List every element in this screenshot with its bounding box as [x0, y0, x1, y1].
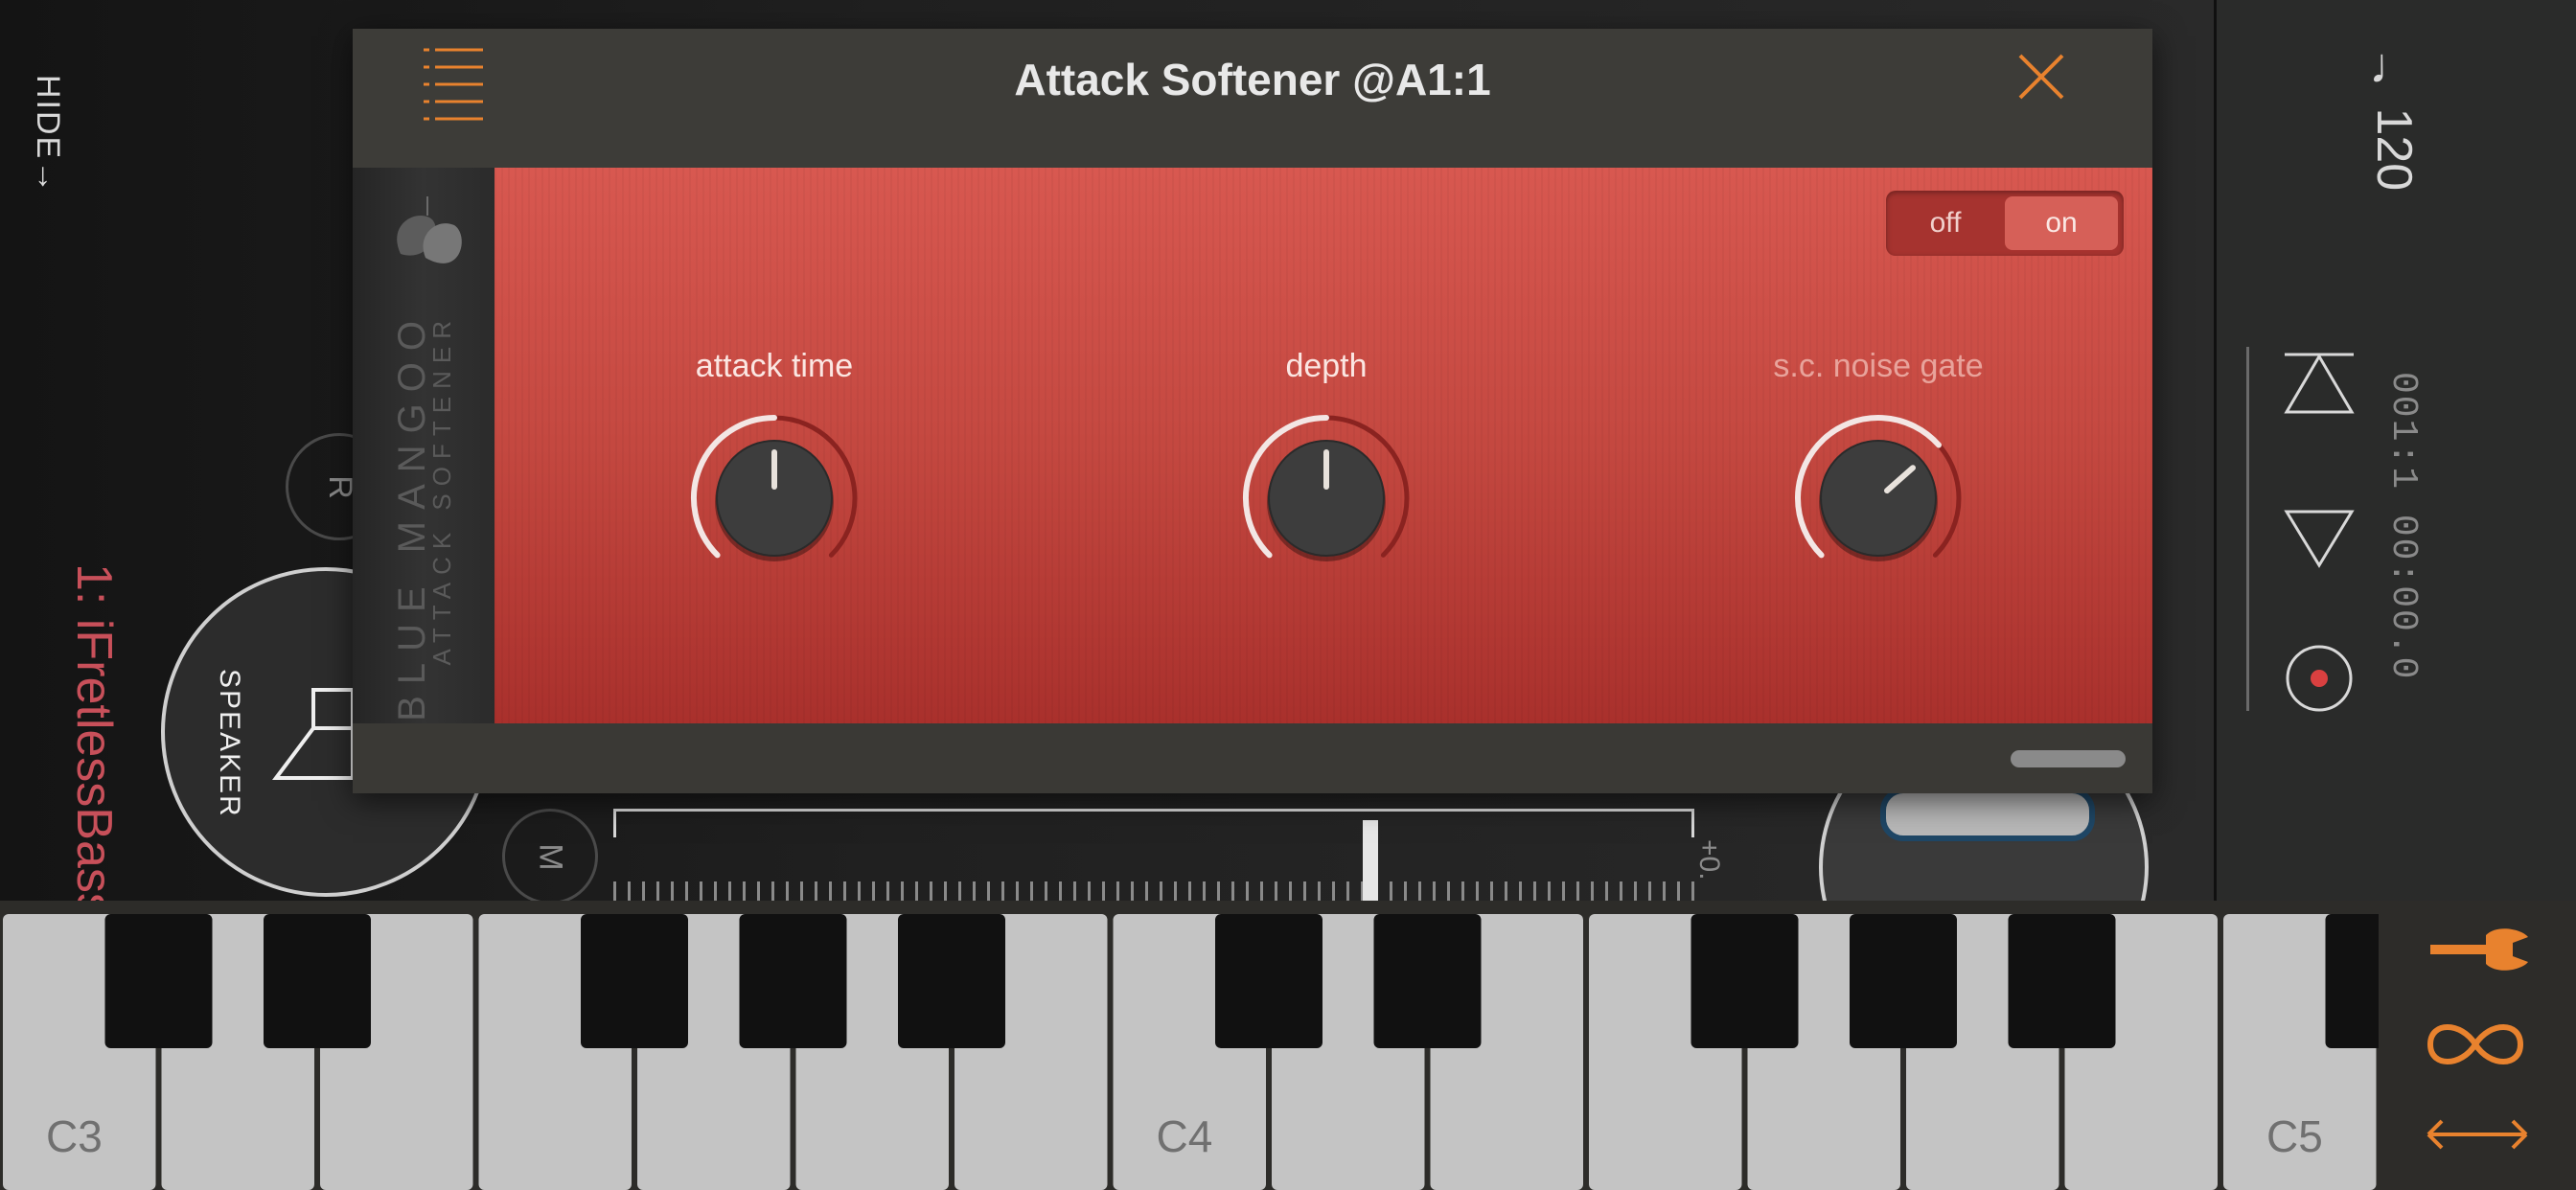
output-label: SPEAKER	[214, 669, 245, 818]
volume-fader[interactable]	[610, 805, 1702, 901]
octave-label: C3	[46, 1111, 103, 1161]
toggle-on[interactable]: on	[2005, 196, 2118, 250]
black-key[interactable]	[581, 914, 688, 1048]
fader-bracket	[613, 809, 1694, 837]
depth-knob[interactable]	[1235, 407, 1417, 589]
instrument-thumbnail	[1880, 788, 2095, 841]
fader-value: +0.	[1693, 839, 1725, 881]
leaf-logo-icon	[397, 196, 462, 263]
attack-time-label: attack time	[695, 348, 854, 384]
black-key[interactable]	[1690, 914, 1799, 1048]
hide-button[interactable]: HIDE→	[29, 75, 66, 195]
play-icon[interactable]	[2281, 498, 2358, 575]
rewind-icon[interactable]	[2281, 349, 2358, 425]
octave-label: C5	[2266, 1111, 2323, 1161]
expand-icon[interactable]	[2425, 1113, 2530, 1156]
black-key[interactable]	[739, 914, 847, 1048]
wrench-icon[interactable]	[2426, 926, 2532, 973]
tempo-display[interactable]: ♩ 120	[2365, 38, 2423, 191]
plugin-face: off on attack time depth s.c. noise gate	[494, 168, 2152, 723]
noise-gate-label: s.c. noise gate	[1773, 348, 1984, 384]
plugin-window: Attack Softener @A1:1 BLUE MANGOO ATTACK…	[353, 29, 2152, 793]
bypass-toggle[interactable]: off on	[1886, 191, 2124, 256]
plugin-header: Attack Softener @A1:1	[353, 29, 2152, 168]
black-key[interactable]	[898, 914, 1005, 1048]
mute-label: M	[532, 842, 569, 871]
close-icon[interactable]	[2011, 46, 2072, 107]
track-name[interactable]: 1: iFretlessBass	[65, 563, 123, 918]
brand-product: ATTACK SOFTENER	[427, 313, 456, 666]
speaker-icon	[272, 688, 355, 780]
octave-label: C4	[1157, 1111, 1213, 1161]
plugin-footer	[353, 723, 2152, 793]
transport-divider	[2246, 347, 2249, 711]
plugin-title: Attack Softener @A1:1	[1014, 55, 1491, 104]
plugin-brand-strip: BLUE MANGOO ATTACK SOFTENER	[353, 168, 494, 723]
black-key[interactable]	[1850, 914, 1957, 1048]
black-key[interactable]	[104, 914, 213, 1048]
record-icon[interactable]	[2281, 640, 2358, 717]
piano-keyboard[interactable]: C3 C4 C5	[0, 901, 2576, 1190]
black-key[interactable]	[1373, 914, 1482, 1048]
black-key[interactable]	[1215, 914, 1322, 1048]
black-key[interactable]	[2008, 914, 2116, 1048]
loop-icon[interactable]	[2423, 1016, 2528, 1073]
fader-scale	[613, 881, 1694, 901]
resize-handle[interactable]	[2011, 750, 2126, 767]
toggle-off[interactable]: off	[1886, 191, 2005, 256]
attack-time-knob[interactable]	[683, 407, 865, 589]
fader-thumb[interactable]	[1363, 820, 1378, 901]
mute-button[interactable]: M	[502, 809, 598, 904]
noise-gate-knob[interactable]	[1787, 407, 1969, 589]
knob-cap	[1820, 440, 1937, 557]
position-readout: 001:1 00:00.0	[2382, 372, 2424, 681]
black-key[interactable]	[264, 914, 371, 1048]
depth-label: depth	[1285, 348, 1368, 384]
